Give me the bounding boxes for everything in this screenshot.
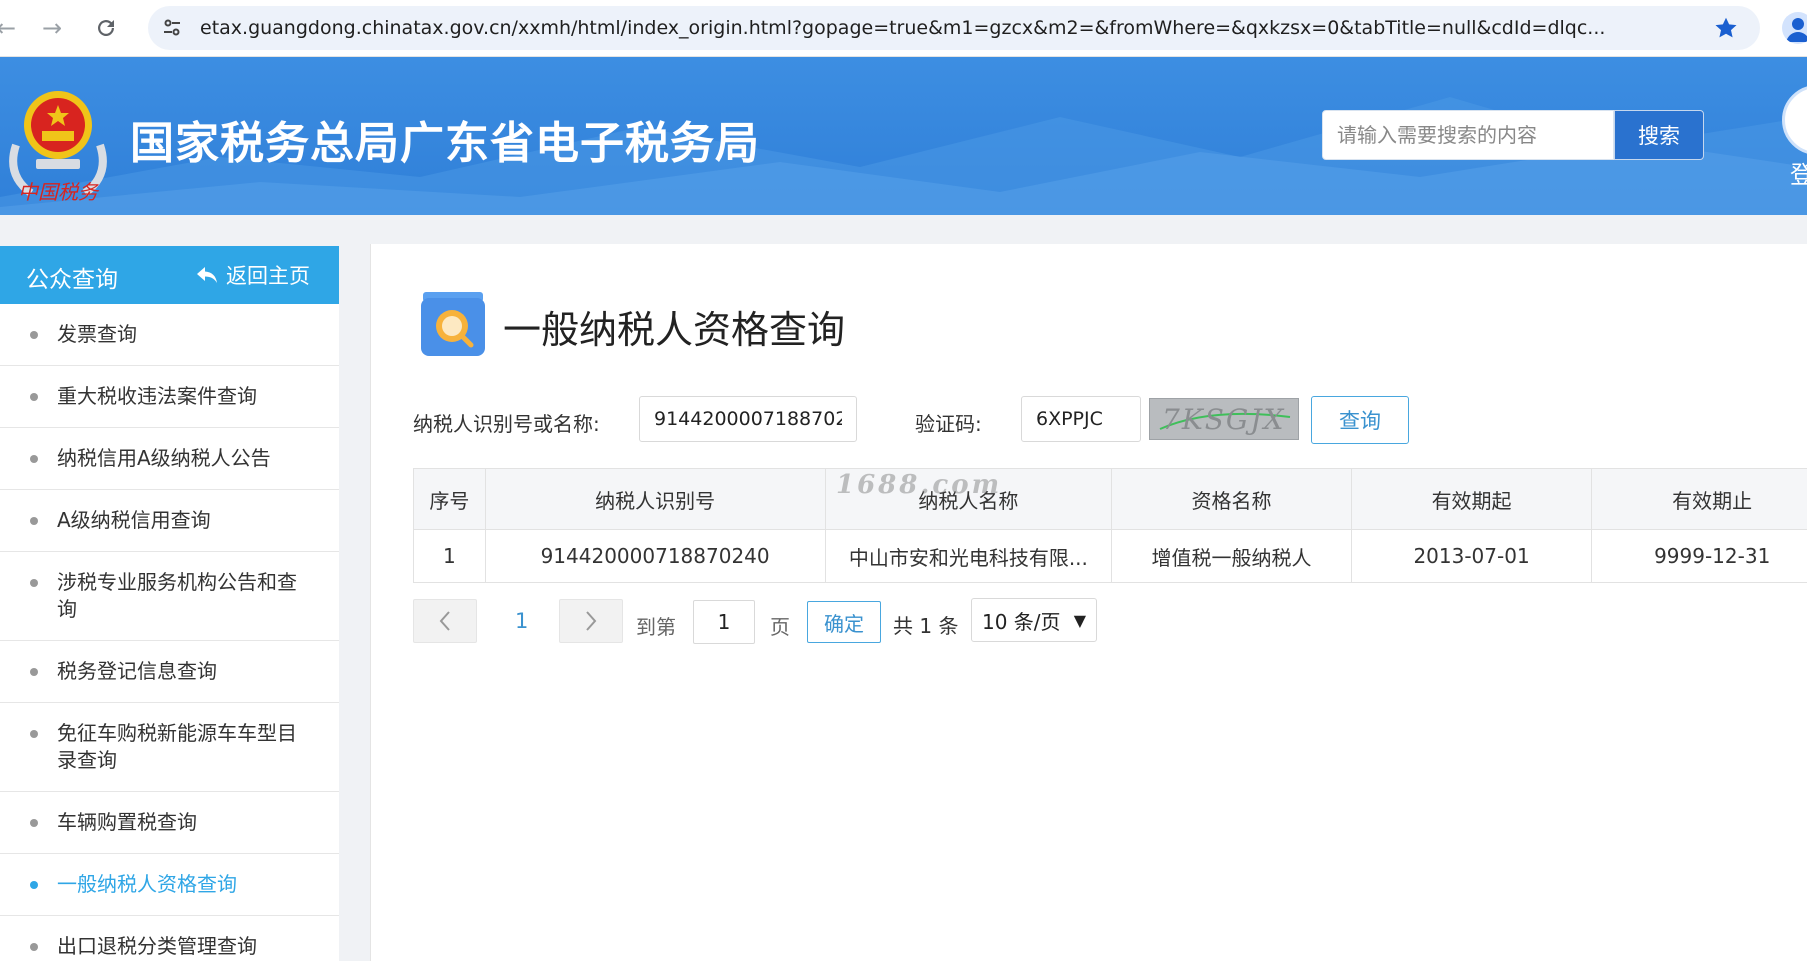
url-text[interactable]: etax.guangdong.chinatax.gov.cn/xxmh/html… [200, 17, 1680, 39]
reply-arrow-icon [197, 267, 217, 283]
sidebar-menu: 发票查询 重大税收违法案件查询 纳税信用A级纳税人公告 A级纳税信用查询 涉税专… [0, 304, 339, 961]
col-header-qualification: 资格名称 [1111, 468, 1352, 530]
sidebar: 公众查询 返回主页 发票查询 重大税收违法案件查询 纳税信用A级纳税人公告 A级… [0, 246, 339, 961]
bullet-dot-icon [30, 943, 38, 951]
cell-index: 1 [413, 529, 486, 583]
sidebar-item-nev-catalog-query[interactable]: 免征车购税新能源车车型目录查询 [0, 703, 339, 792]
sidebar-item-a-level-announcement[interactable]: 纳税信用A级纳税人公告 [0, 428, 339, 490]
next-page-button[interactable] [559, 599, 623, 643]
sidebar-item-vehicle-purchase-tax[interactable]: 车辆购置税查询 [0, 792, 339, 854]
site-search-button[interactable]: 搜索 [1614, 110, 1704, 160]
page-size-value: 10 条/页 [982, 609, 1061, 634]
cell-valid-to: 9999-12-31 [1591, 529, 1807, 583]
taxpayer-id-label: 纳税人识别号或名称: [413, 412, 600, 436]
cell-qualification: 增值税一般纳税人 [1111, 529, 1352, 583]
watermark-text: 1688.com [836, 470, 1003, 500]
goto-confirm-button[interactable]: 确定 [807, 601, 881, 643]
bullet-dot-icon [30, 331, 38, 339]
col-header-valid-to: 有效期止 [1591, 468, 1807, 530]
chevron-right-icon [586, 611, 597, 631]
captcha-image-text: 7KSGJX [1162, 403, 1286, 436]
cell-taxpayer-id: 914420000718870240 [484, 529, 826, 583]
sidebar-item-tax-service-agencies[interactable]: 涉税专业服务机构公告和查询 [0, 552, 339, 641]
back-home-link[interactable]: 返回主页 [196, 260, 310, 290]
sidebar-item-invoice-query[interactable]: 发票查询 [0, 304, 339, 366]
browser-toolbar: ← → etax.guangdong.chinatax.gov.cn/xxmh/… [0, 0, 1807, 57]
captcha-label: 验证码: [915, 412, 982, 436]
chevron-down-icon: ▼ [1073, 610, 1086, 630]
sidebar-title: 公众查询 [26, 267, 118, 293]
table-header-row: 序号 纳税人识别号 纳税人名称 资格名称 有效期起 有效期止 [413, 468, 1807, 530]
login-avatar-icon[interactable] [1782, 85, 1807, 155]
site-title: 国家税务总局广东省电子税务局 [130, 118, 760, 169]
sidebar-item-general-taxpayer-query[interactable]: 一般纳税人资格查询 [0, 854, 339, 916]
site-info-icon[interactable] [158, 14, 186, 42]
login-label[interactable]: 登 [1790, 155, 1807, 190]
captcha-input[interactable] [1021, 396, 1141, 442]
bullet-dot-icon [30, 881, 38, 889]
bullet-dot-icon [30, 819, 38, 827]
bullet-dot-icon [30, 455, 38, 463]
page-unit-label: 页 [770, 615, 790, 639]
profile-avatar-icon[interactable] [1782, 12, 1807, 44]
forward-arrow-icon[interactable]: → [32, 8, 72, 48]
login-area[interactable]: 登 [1780, 85, 1807, 215]
bullet-dot-icon [30, 668, 38, 676]
main-panel: 一般纳税人资格查询 纳税人识别号或名称: 验证码: 7KSGJX 查询 序号 纳… [370, 244, 1807, 961]
query-button[interactable]: 查询 [1311, 396, 1409, 444]
cell-valid-from: 2013-07-01 [1350, 529, 1593, 583]
bookmark-star-icon[interactable] [1710, 12, 1742, 44]
back-home-label: 返回主页 [226, 264, 310, 288]
col-header-valid-from: 有效期起 [1350, 468, 1593, 530]
page-title: 一般纳税人资格查询 [503, 308, 846, 352]
cell-taxpayer-name: 中山市安和光电科技有限... [824, 529, 1113, 583]
sidebar-item-tax-violation-cases[interactable]: 重大税收违法案件查询 [0, 366, 339, 428]
goto-label: 到第 [636, 615, 676, 639]
col-header-index: 序号 [413, 468, 486, 530]
query-search-icon [421, 292, 485, 356]
reload-icon[interactable] [86, 8, 126, 48]
sidebar-item-export-rebate-query[interactable]: 出口退税分类管理查询 [0, 916, 339, 961]
captcha-image[interactable]: 7KSGJX [1149, 398, 1299, 440]
site-search-input[interactable] [1322, 110, 1614, 160]
sidebar-item-a-level-credit-query[interactable]: A级纳税信用查询 [0, 490, 339, 552]
bullet-dot-icon [30, 393, 38, 401]
sidebar-header: 公众查询 返回主页 [0, 246, 339, 304]
goto-page-input[interactable] [693, 600, 755, 644]
page-number-current[interactable]: 1 [515, 609, 528, 633]
prev-page-button[interactable] [413, 599, 477, 643]
chevron-left-icon [439, 611, 450, 631]
taxpayer-id-input[interactable] [639, 396, 857, 442]
site-header: 中国税务 国家税务总局广东省电子税务局 搜索 登 [0, 57, 1807, 215]
table-row: 1 914420000718870240 中山市安和光电科技有限... 增值税一… [413, 529, 1807, 583]
bullet-dot-icon [30, 579, 38, 587]
result-table: 序号 纳税人识别号 纳税人名称 资格名称 有效期起 有效期止 1 9144200… [413, 468, 1807, 583]
back-arrow-icon[interactable]: ← [0, 8, 26, 48]
total-count: 共 1 条 [893, 614, 959, 638]
svg-text:中国税务: 中国税务 [18, 180, 100, 204]
sidebar-item-tax-registration-query[interactable]: 税务登记信息查询 [0, 641, 339, 703]
bullet-dot-icon [30, 517, 38, 525]
national-emblem-logo: 中国税务 [9, 91, 107, 204]
address-bar[interactable]: etax.guangdong.chinatax.gov.cn/xxmh/html… [148, 6, 1760, 50]
page-size-select[interactable]: 10 条/页 ▼ [971, 598, 1097, 642]
bullet-dot-icon [30, 730, 38, 738]
col-header-taxpayer-id: 纳税人识别号 [484, 468, 826, 530]
